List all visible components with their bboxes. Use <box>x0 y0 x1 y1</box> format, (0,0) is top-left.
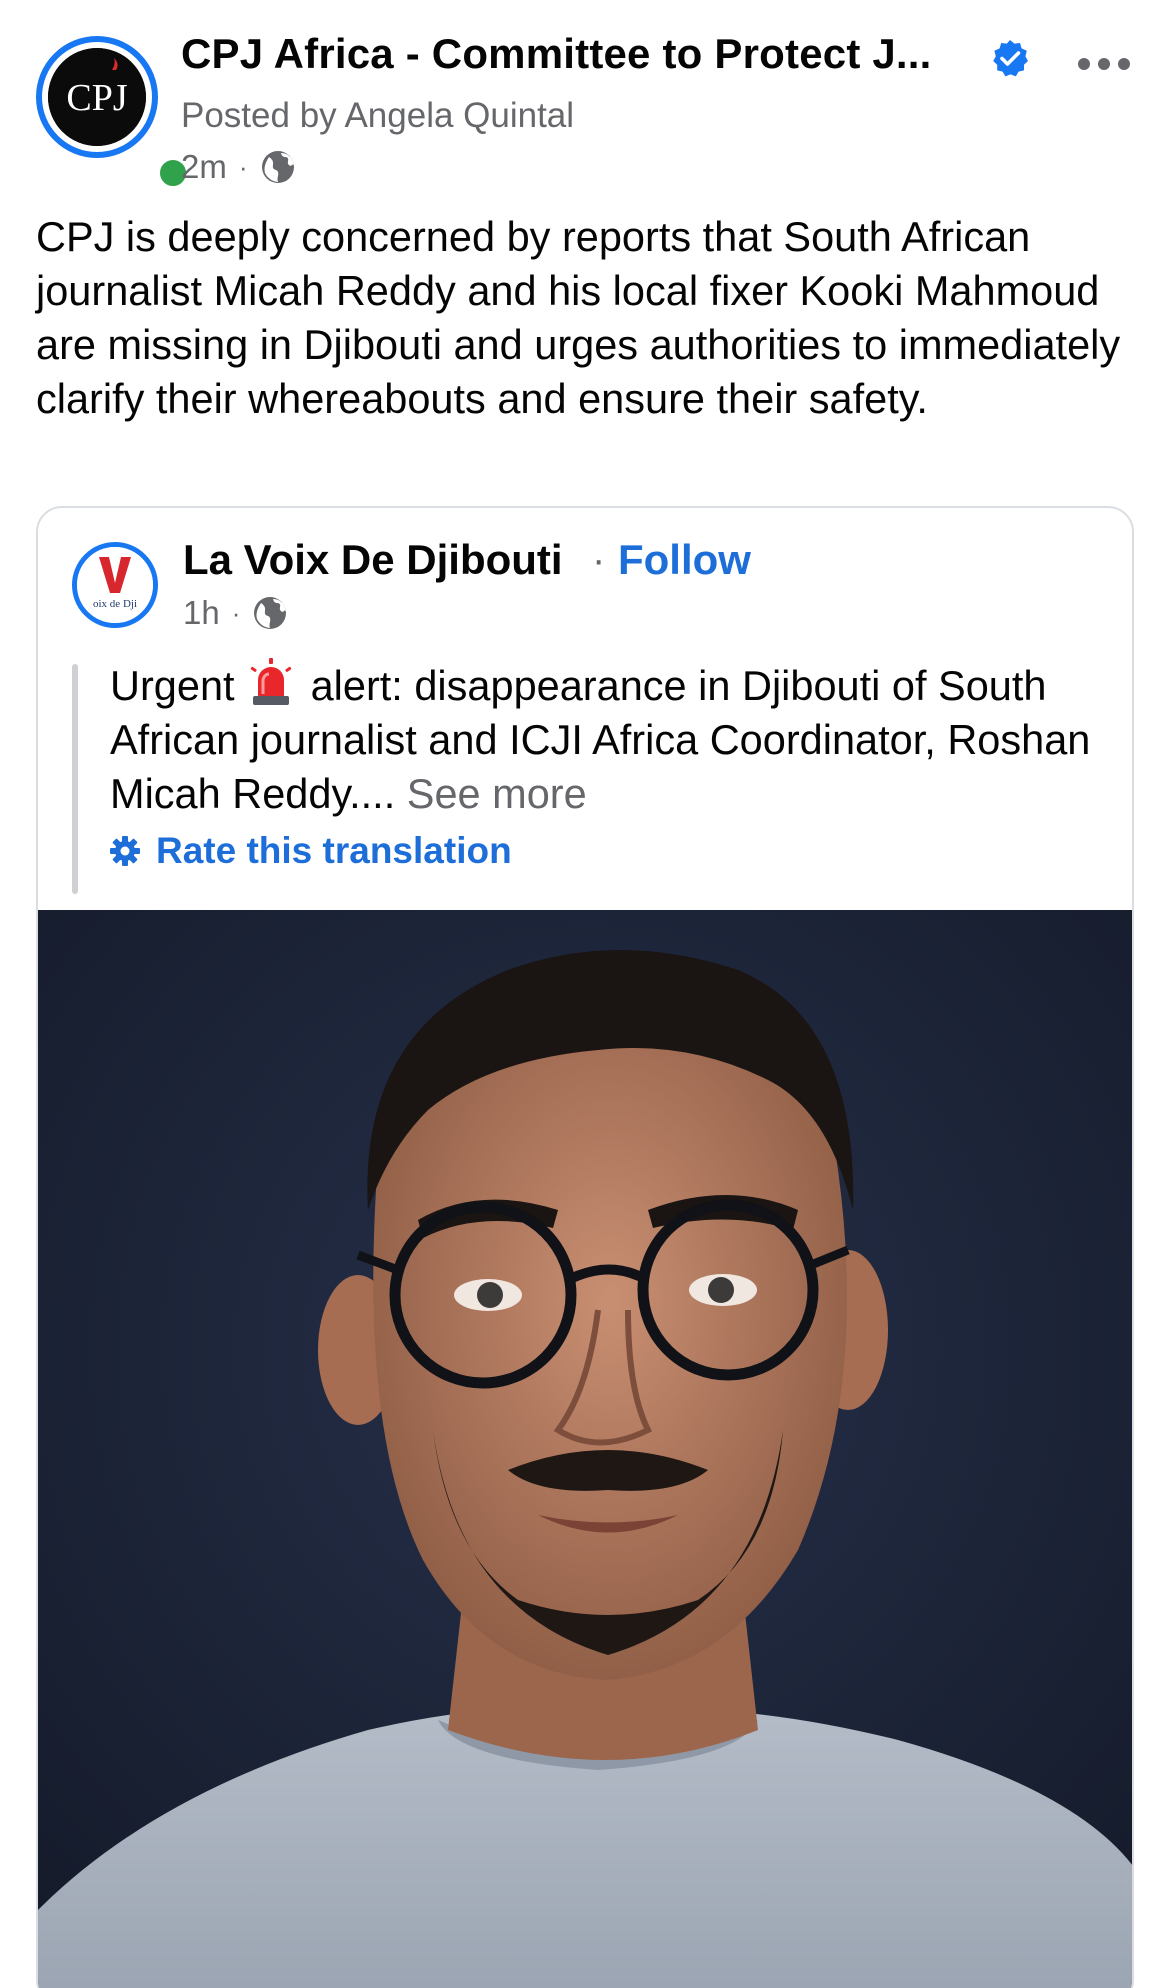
shared-page-name[interactable]: La Voix De Djibouti <box>183 536 563 584</box>
shared-page-avatar[interactable]: oix de Dji <box>72 542 158 628</box>
name-separator: · <box>592 538 606 582</box>
meta-separator: · <box>238 151 248 182</box>
shared-post-timestamp[interactable]: 1h <box>183 594 220 632</box>
post-meta: 2m · <box>181 146 296 188</box>
posted-by[interactable]: Posted by Angela Quintal <box>181 96 574 136</box>
portrait-photo[interactable] <box>38 910 1134 1988</box>
gear-icon <box>110 836 140 866</box>
globe-icon[interactable] <box>252 595 288 631</box>
quote-bar <box>72 664 78 894</box>
follow-button[interactable]: Follow <box>618 536 751 584</box>
globe-icon[interactable] <box>260 149 296 185</box>
meta-separator: · <box>231 597 241 628</box>
avatar-logo-text: CPJ <box>66 77 127 119</box>
rate-translation-link[interactable]: Rate this translation <box>110 830 512 872</box>
post-text: CPJ is deeply concerned by reports that … <box>36 213 1121 422</box>
shared-avatar-text: oix de Dji <box>93 598 137 610</box>
page-avatar[interactable]: CPJ <box>36 36 192 192</box>
author-name[interactable]: CPJ Africa - Committee to Protect J... <box>181 30 932 78</box>
more-options-icon[interactable] <box>1074 44 1134 84</box>
shared-post-meta: 1h · <box>183 592 288 634</box>
more-dot <box>1098 58 1110 70</box>
see-more-link[interactable]: See more <box>407 770 587 817</box>
shared-post-text: Urgent alert: disappearance in Djibouti … <box>110 658 1110 821</box>
shared-post-card[interactable]: oix de Dji La Voix De Djibouti · Follow … <box>36 506 1134 1988</box>
post-header: CPJ CPJ Africa - Committee to Protect J.… <box>0 0 1170 200</box>
more-dot <box>1078 58 1090 70</box>
cpj-logo: CPJ <box>48 48 146 146</box>
more-dot <box>1118 58 1130 70</box>
post-timestamp[interactable]: 2m <box>181 148 227 186</box>
text-urgent: Urgent <box>110 662 235 709</box>
rotating-light-icon <box>250 658 291 705</box>
verified-badge-icon <box>993 40 1028 77</box>
rate-translation-label: Rate this translation <box>156 830 512 871</box>
